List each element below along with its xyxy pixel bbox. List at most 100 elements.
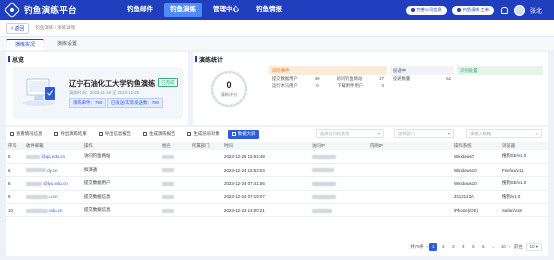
cell-ip bbox=[310, 163, 368, 178]
username[interactable]: 张北 bbox=[530, 6, 542, 15]
cell-lan bbox=[368, 150, 452, 164]
page-4[interactable]: 4 bbox=[459, 244, 467, 249]
cell-name bbox=[160, 176, 190, 191]
cell-no: 8 bbox=[6, 176, 24, 191]
cell-time: 2023-12-23 14:00:21 bbox=[222, 203, 310, 218]
bell-icon[interactable] bbox=[500, 6, 508, 14]
email-search-input[interactable]: 请输入邮箱 ⌕ bbox=[466, 129, 542, 138]
col-browser[interactable]: 浏览器 bbox=[500, 142, 548, 150]
col-email[interactable]: 收件邮箱 bbox=[24, 142, 82, 150]
status-badge: 已完成 bbox=[158, 78, 178, 87]
table-row[interactable]: 6 dy.cn 拟演通 2023-12-24 15:53:04 Windows1… bbox=[6, 163, 548, 178]
redacted-block bbox=[162, 208, 174, 213]
cell-time: 2023-12-26 15:53:48 bbox=[222, 150, 310, 164]
cell-email[interactable]: u.cn bbox=[24, 190, 82, 205]
table-row[interactable]: 8 @lyu.edu.cn 提交数据用户 2023-12-24 07:41:56… bbox=[6, 176, 548, 191]
tab-live[interactable]: 演练实况 bbox=[6, 39, 44, 50]
tab-settings[interactable]: 演练设置 bbox=[47, 39, 87, 50]
cell-action: 提交数据信息 bbox=[82, 190, 160, 205]
cell-lan bbox=[368, 203, 452, 218]
department-select[interactable]: 选择部门 ▾ bbox=[394, 129, 454, 138]
cell-action: 提交数据信息 bbox=[82, 203, 160, 218]
cell-lan bbox=[368, 176, 452, 191]
avatar[interactable] bbox=[513, 4, 525, 16]
redacted-block bbox=[162, 168, 174, 173]
page-3[interactable]: 3 bbox=[449, 244, 457, 249]
cell-email[interactable]: dy.cn bbox=[24, 163, 82, 178]
col-action[interactable]: 操作 bbox=[82, 142, 160, 150]
col-os[interactable]: 操作系统 bbox=[452, 142, 500, 150]
table-row[interactable]: 10 edu.cn 提交数据信息 2023-12-23 14:00:21 iPh… bbox=[6, 203, 548, 218]
nav-item-intel[interactable]: 钓鱼情报 bbox=[250, 0, 288, 20]
col-time[interactable]: 时间 bbox=[222, 142, 310, 150]
ticket-icon bbox=[456, 8, 461, 12]
stats-title: 演练统计 bbox=[195, 55, 223, 64]
next-page-icon[interactable]: › bbox=[508, 244, 509, 249]
risk-events-head: 风险事件 bbox=[269, 66, 387, 75]
main-nav: 钓鱼邮件 钓鱼演练 管理中心 钓鱼情报 bbox=[121, 0, 293, 20]
overview-panel: 总览 辽宁石油化工大学钓鱼演练 已完成 演练时间：2023-11-15 至 20… bbox=[6, 52, 188, 125]
page-1[interactable]: 1 bbox=[429, 242, 438, 251]
cell-no: 9 bbox=[6, 190, 24, 205]
col-lan-ip[interactable]: 内网IP bbox=[368, 142, 452, 150]
back-button[interactable]: ‹ 返回 bbox=[6, 22, 30, 34]
col-no[interactable]: 序号 bbox=[6, 142, 24, 150]
logo-icon bbox=[3, 1, 21, 19]
cell-browser: Safari/v18 bbox=[500, 203, 548, 218]
page-6[interactable]: 6 bbox=[479, 244, 487, 249]
redacted-block bbox=[312, 181, 336, 186]
page-ellipsis[interactable]: ... bbox=[489, 244, 497, 249]
company-info-pill[interactable]: 完善公司信息 bbox=[405, 5, 447, 15]
prev-page-icon[interactable]: ‹ bbox=[427, 244, 428, 249]
header-actions: 完善公司信息 钓鱼演练 工单 张北 bbox=[405, 4, 554, 16]
report-head: 识别处置 bbox=[457, 66, 543, 75]
overview-card: 辽宁石油化工大学钓鱼演练 已完成 演练时间：2023-11-15 至 2023-… bbox=[13, 67, 183, 119]
data-screen-button[interactable]: 数据大屏 bbox=[227, 129, 260, 139]
col-name[interactable]: 姓名 bbox=[160, 142, 190, 150]
nav-item-phishing-drill[interactable]: 钓鱼演练 bbox=[164, 3, 202, 17]
score-value: 0 bbox=[226, 80, 232, 90]
chevron-down-icon: ▾ bbox=[377, 131, 380, 136]
redacted-block bbox=[26, 168, 46, 173]
export-results-button[interactable]: 导出演练结果 bbox=[50, 130, 90, 139]
cell-name bbox=[160, 163, 190, 178]
col-ip[interactable]: 访问IP bbox=[310, 142, 368, 150]
page-2[interactable]: 2 bbox=[439, 244, 447, 249]
nav-item-phishing-mail[interactable]: 钓鱼邮件 bbox=[121, 0, 159, 20]
cell-no: 5 bbox=[6, 150, 24, 164]
page-10[interactable]: 10 bbox=[499, 244, 507, 249]
view-info-button[interactable]: 查看情况信息 bbox=[6, 130, 46, 139]
risk-events-box: 风险事件 提交数据用户 49 访问钓鱼网站 27 运行木马用户 0 下载附件用户 0 bbox=[269, 66, 387, 121]
generate-report-button[interactable]: 生成演练报告 bbox=[139, 130, 179, 139]
app-logo[interactable]: 钓鱼演练平台 bbox=[3, 1, 111, 19]
table-row[interactable]: 5 @qq.edu.cn 访问钓鱼网站 2023-12-26 15:53:48 … bbox=[6, 150, 548, 164]
cell-os: Z112123A bbox=[452, 190, 500, 205]
drill-name: 辽宁石油化工大学钓鱼演练 bbox=[69, 79, 156, 88]
redacted-block bbox=[26, 154, 40, 159]
cell-email[interactable]: @qq.edu.cn bbox=[24, 150, 82, 164]
cell-email[interactable]: edu.cn bbox=[24, 203, 82, 218]
cell-browser: 搜狗/v1.0 bbox=[500, 190, 548, 205]
table-header: 序号 收件邮箱 操作 姓名 所属部门 时间 访问IP 内网IP 操作系统 浏览器 bbox=[6, 142, 548, 150]
computer-illustration-icon bbox=[23, 78, 55, 106]
cell-browser: 搜狗SE/v1.0 bbox=[500, 150, 548, 164]
status-select[interactable]: 选择访问的状态 ▾ bbox=[316, 129, 384, 138]
cell-os: Windows10 bbox=[452, 163, 500, 178]
page-size-select[interactable]: 10 ▾ bbox=[525, 242, 542, 251]
cell-name bbox=[160, 190, 190, 205]
overview-title: 总览 bbox=[8, 55, 24, 64]
col-dept[interactable]: 所属部门 bbox=[190, 142, 222, 150]
ticket-pill[interactable]: 钓鱼演练 工单 bbox=[451, 5, 494, 15]
cell-os: Windows10 bbox=[452, 176, 500, 191]
redacted-block bbox=[312, 195, 336, 200]
page-5[interactable]: 5 bbox=[469, 244, 477, 249]
tab-bar: 演练实况 演练设置 bbox=[0, 37, 554, 50]
app-title: 钓鱼演练平台 bbox=[24, 5, 77, 15]
generate-training-button[interactable]: 生成培训对象 bbox=[183, 130, 223, 139]
table-row[interactable]: 9 u.cn 提交数据信息 2023-12-24 07:19:07 Z11212… bbox=[6, 190, 548, 205]
export-info-button[interactable]: 导出信息报告 bbox=[95, 130, 135, 139]
cell-email[interactable]: @lyu.edu.cn bbox=[24, 176, 82, 191]
stats-panel: 演练统计 0 演练评分 风险事件 提交数据用户 49 访问钓鱼网站 27 运行木马用… bbox=[193, 52, 548, 125]
nav-item-management[interactable]: 管理中心 bbox=[207, 0, 245, 20]
breadcrumb-bar: ‹ 返回 钓鱼演练 / 演练详情 bbox=[0, 20, 554, 37]
